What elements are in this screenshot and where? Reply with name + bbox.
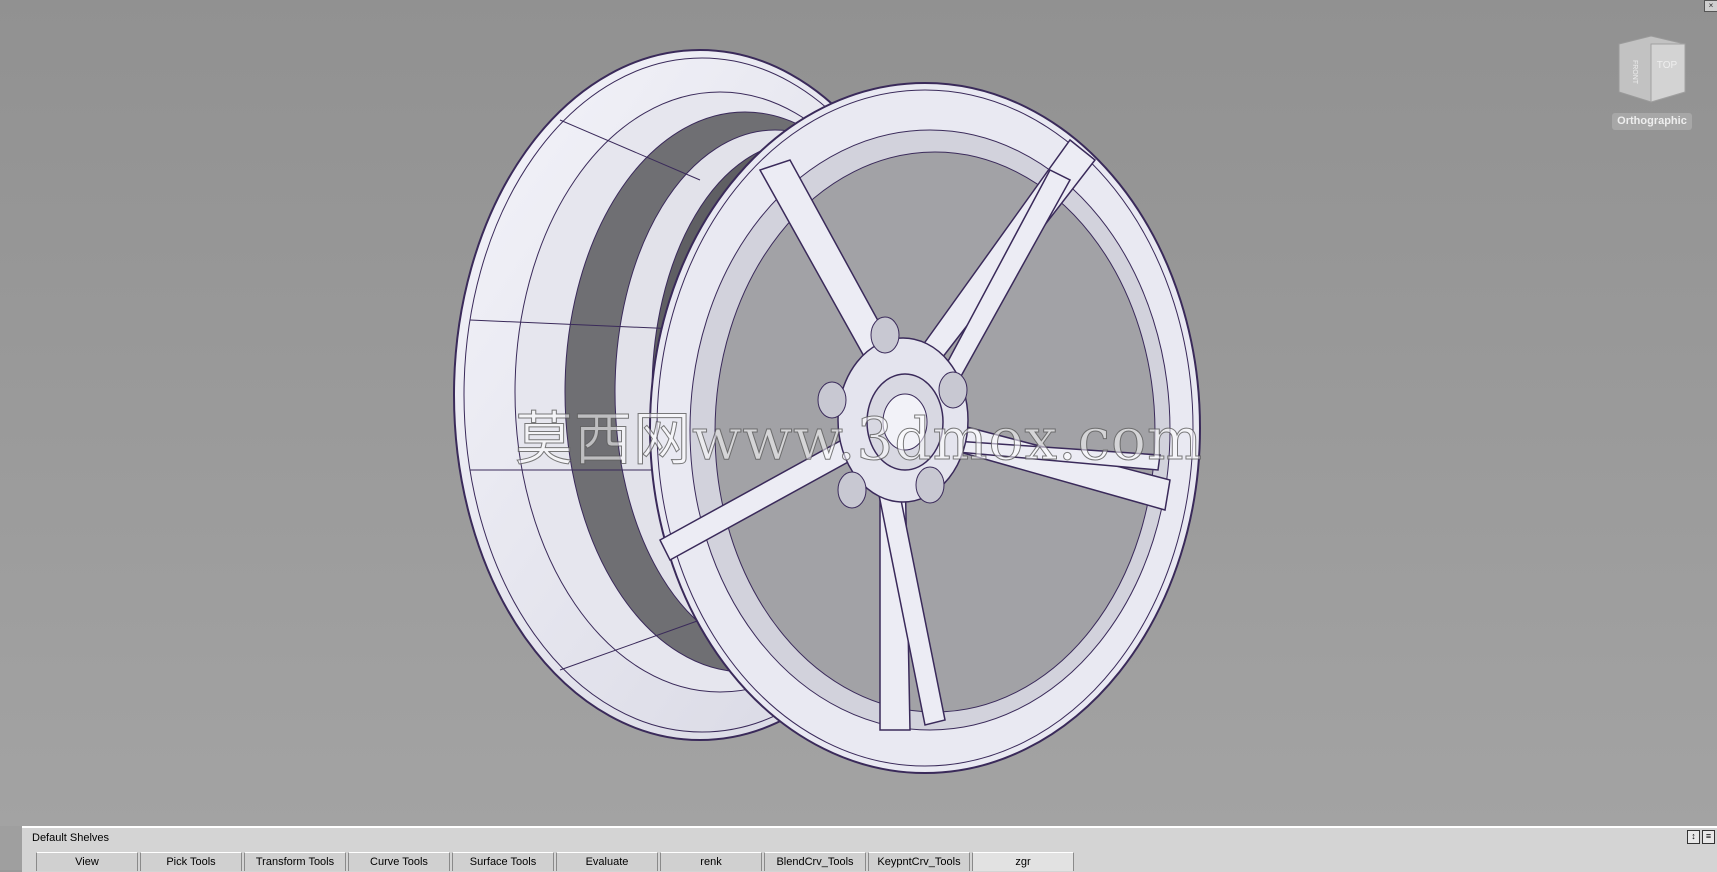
wheel-model[interactable] <box>0 0 1717 826</box>
viewcube-top-label: TOP <box>1657 60 1678 71</box>
view-mode-label[interactable]: Orthographic <box>1612 113 1692 130</box>
shelf-tab-bar: View Pick Tools Transform Tools Curve To… <box>36 852 1076 872</box>
tab-pick-tools[interactable]: Pick Tools <box>140 852 242 871</box>
shelf-panel: Default Shelves ↕ ≡ View Pick Tools Tran… <box>22 826 1717 872</box>
tab-renk[interactable]: renk <box>660 852 762 871</box>
tab-keypntcrv-tools[interactable]: KeypntCrv_Tools <box>868 852 970 871</box>
viewcube-front-label: FRONT <box>1631 60 1638 85</box>
tab-zgr[interactable]: zgr <box>972 852 1074 871</box>
tab-evaluate[interactable]: Evaluate <box>556 852 658 871</box>
left-gutter <box>0 826 22 870</box>
viewport-close-icon[interactable]: × <box>1704 0 1717 12</box>
tab-blendcrv-tools[interactable]: BlendCrv_Tools <box>764 852 866 871</box>
modeling-viewport[interactable]: 莫西网www.3dmox.com TOP FRONT Orthographic … <box>0 0 1717 826</box>
tab-transform-tools[interactable]: Transform Tools <box>244 852 346 871</box>
shelf-controls: ↕ ≡ <box>1687 830 1715 844</box>
menu-icon[interactable]: ≡ <box>1702 830 1715 844</box>
tab-surface-tools[interactable]: Surface Tools <box>452 852 554 871</box>
expand-icon[interactable]: ↕ <box>1687 830 1700 844</box>
shelf-title: Default Shelves <box>32 832 110 844</box>
tab-view[interactable]: View <box>36 852 138 871</box>
viewcube-icon[interactable]: TOP FRONT <box>1615 34 1689 104</box>
tab-curve-tools[interactable]: Curve Tools <box>348 852 450 871</box>
